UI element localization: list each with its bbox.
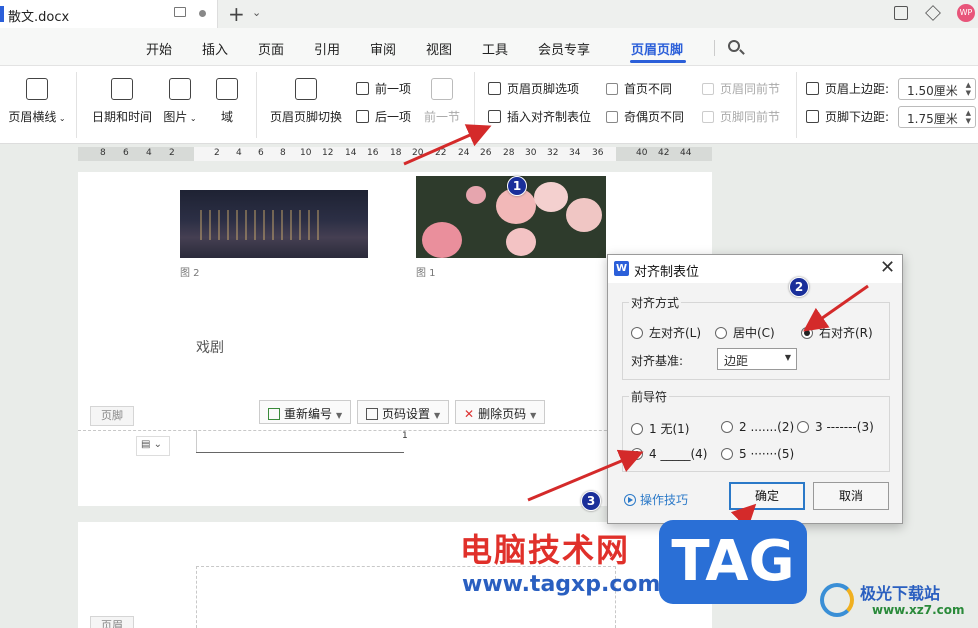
aurora-logo-icon bbox=[820, 583, 854, 617]
watermark-brand-url: www.xz7.com bbox=[872, 603, 965, 617]
step-marker: 1 bbox=[507, 176, 527, 196]
watermark-text: 电脑技术网 bbox=[460, 531, 631, 569]
watermark-tag-logo: TAG bbox=[659, 520, 807, 604]
arrow-to-right-align bbox=[803, 284, 869, 332]
step-marker: 2 bbox=[789, 277, 809, 297]
watermark-url: www.tagxp.com bbox=[462, 572, 661, 597]
arrow-to-insert-tab bbox=[403, 124, 492, 166]
watermark-brand: 极光下载站 bbox=[860, 584, 941, 603]
step-marker: 3 bbox=[581, 491, 601, 511]
